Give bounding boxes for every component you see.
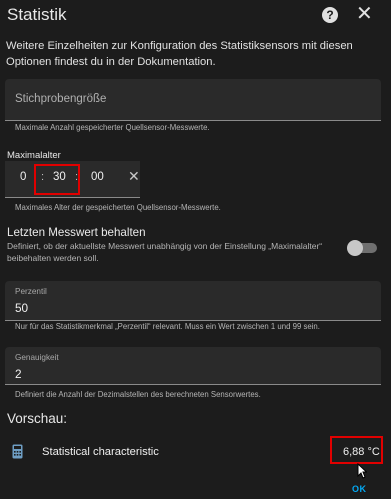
value-highlight-box xyxy=(330,436,383,464)
preview-entity-name[interactable]: Statistical characteristic xyxy=(42,446,159,458)
switch-thumb xyxy=(347,240,363,256)
percentile-label: Perzentil xyxy=(15,287,47,296)
precision-helper: Definiert die Anzahl der Dezimalstellen … xyxy=(15,390,261,399)
max-age-label: Maximalalter xyxy=(7,150,61,161)
dialog-header: Statistik ? ✕ xyxy=(0,0,391,34)
mouse-cursor-icon xyxy=(357,462,368,484)
precision-label: Genauigkeit xyxy=(15,353,59,362)
help-circle-icon[interactable]: ? xyxy=(322,7,338,23)
percentile-value: 50 xyxy=(15,301,29,315)
precision-field[interactable]: Genauigkeit 2 xyxy=(5,347,381,385)
percentile-helper: Nur für das Statistikmerkmal „Perzentil“… xyxy=(15,322,320,331)
keep-last-sample-description: Definiert, ob der aktuellste Messwert un… xyxy=(7,241,323,263)
sampling-size-helper: Maximale Anzahl gespeicherter Quellsenso… xyxy=(15,123,210,132)
intro-text: Weitere Einzelheiten zur Konfiguration d… xyxy=(6,40,353,68)
preview-title: Vorschau: xyxy=(7,411,68,426)
max-age-helper: Maximales Alter der gespeicherten Quells… xyxy=(15,203,221,212)
precision-value: 2 xyxy=(15,367,22,381)
ok-button[interactable]: OK xyxy=(352,484,367,494)
sampling-size-placeholder: Stichprobengröße xyxy=(15,93,107,105)
calculator-icon xyxy=(12,444,23,464)
dialog-title: Statistik xyxy=(7,5,67,24)
sampling-size-field[interactable]: Stichprobengröße xyxy=(5,79,381,121)
percentile-field[interactable]: Perzentil 50 xyxy=(5,281,381,321)
close-icon[interactable]: ✕ xyxy=(356,3,373,25)
max-age-seconds-input[interactable]: 00 xyxy=(91,171,104,183)
max-age-hours-input[interactable]: 0 xyxy=(20,171,26,183)
keep-last-sample-title: Letzten Messwert behalten xyxy=(7,226,146,239)
minutes-highlight-box xyxy=(34,164,80,195)
clear-icon[interactable]: ✕ xyxy=(128,168,140,185)
